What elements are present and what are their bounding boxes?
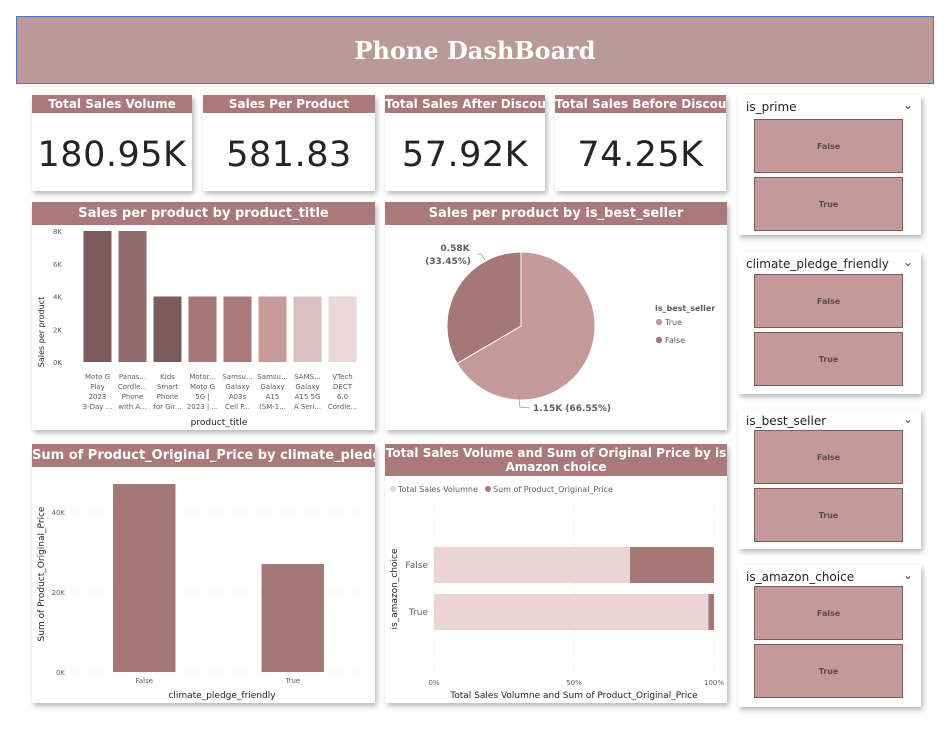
stacked-bar-segment[interactable]: [630, 547, 714, 583]
pie-label-false-value: 0.58K: [440, 244, 470, 254]
kpi-label: Total Sales Volume: [32, 95, 192, 113]
y-tick-label: True: [408, 608, 429, 618]
chevron-down-icon[interactable]: ⌄: [903, 412, 913, 426]
y-tick-label: False: [405, 561, 428, 571]
x-tick-label: Kids Smart Phone for Gir...: [153, 373, 181, 411]
visual-original-price-by-climate[interactable]: Sum of Product_Original_Price by climate…: [32, 444, 375, 703]
kpi-card-sales-per-product[interactable]: Sales Per Product 581.83: [203, 95, 375, 191]
kpi-card-total-sales-after-discount[interactable]: Total Sales After Discount 57.92K: [385, 95, 545, 191]
bar[interactable]: [83, 231, 112, 362]
kpi-label: Total Sales Before Discount: [555, 95, 726, 113]
pie-chart-best-seller: 0.58K 1.15K (66.55%) (33.45%) is_best_se…: [425, 244, 715, 414]
chevron-down-icon[interactable]: ⌄: [903, 255, 913, 269]
legend-label-price: Sum of Product_Original_Price: [493, 485, 613, 494]
y-tick-label: 0K: [53, 359, 62, 367]
legend-label-true: True: [664, 318, 682, 327]
bar[interactable]: [118, 231, 147, 362]
slicer-title: is_amazon_choice: [746, 570, 855, 584]
y-tick-label: 2K: [53, 326, 62, 334]
bar[interactable]: [113, 484, 176, 672]
legend-swatch-volume: [390, 486, 396, 492]
x-axis-label: product_title: [191, 418, 248, 428]
y-axis-label: Sales per product: [37, 297, 46, 367]
slicer-is-amazon-choice[interactable]: is_amazon_choice ⌄ False True: [738, 565, 921, 707]
y-tick-label: 8K: [53, 228, 62, 236]
slicer-climate-pledge-friendly[interactable]: climate_pledge_friendly ⌄ False True: [738, 252, 921, 394]
y-tick-label: 20K: [52, 589, 66, 597]
visual-volume-price-by-amazon-choice[interactable]: Total Sales Volume and Sum of Original P…: [385, 444, 727, 703]
slicer-title: is_prime: [746, 100, 797, 114]
bar[interactable]: [261, 564, 324, 672]
bar[interactable]: [293, 296, 322, 363]
bar[interactable]: [188, 296, 217, 363]
stacked-bar-segment[interactable]: [434, 594, 709, 630]
slicer-is-best-seller[interactable]: is_best_seller ⌄ False True: [738, 409, 921, 549]
bar[interactable]: [258, 296, 287, 363]
y-tick-label: 40K: [52, 509, 66, 517]
legend-title: is_best_seller: [655, 304, 715, 313]
dashboard-title: Phone DashBoard: [354, 35, 596, 65]
legend-swatch-true: [655, 318, 663, 326]
x-tick-label: Motor... Moto G 5G | 2023 | ...: [187, 373, 218, 411]
pie-label-false-percent: (33.45%): [425, 257, 471, 267]
stacked-bar-segment[interactable]: [708, 594, 714, 630]
kpi-value: 180.95K: [37, 135, 187, 175]
x-tick-label: SAMS... Galaxy A15 5G A Seri...: [294, 373, 321, 411]
visual-sales-by-best-seller[interactable]: Sales per product by is_best_seller 0.58…: [385, 202, 727, 430]
slicer-option-false[interactable]: False: [754, 586, 903, 640]
bar[interactable]: [328, 296, 357, 363]
x-tick-label: Samsu... Galaxy A15 (SM-1...: [257, 373, 287, 411]
dashboard-banner: Phone DashBoard: [16, 16, 934, 84]
slicer-title: climate_pledge_friendly: [746, 257, 889, 271]
bar-chart-product-title: 0K 2K 4K 6K 8K Moto G Play 2023 3-Day ...Panas.…: [37, 228, 357, 428]
y-tick-label: 4K: [53, 294, 62, 302]
chevron-down-icon[interactable]: ⌄: [903, 98, 913, 112]
slicer-option-true[interactable]: True: [754, 332, 903, 386]
kpi-label: Sales Per Product: [203, 95, 375, 113]
stacked-bar-segment[interactable]: [434, 547, 630, 583]
chevron-down-icon[interactable]: ⌄: [903, 568, 913, 582]
kpi-value: 74.25K: [577, 135, 704, 175]
x-tick-label: True: [284, 677, 300, 685]
x-tick-label: Samsu... Galaxy A03s Cell P...: [222, 373, 252, 411]
legend-swatch-price: [485, 486, 491, 492]
bar-chart-climate: 0K 20K 40K False True Sum of Product_Origin…: [37, 484, 367, 701]
x-tick-label: False: [135, 677, 153, 685]
slicer-option-true[interactable]: True: [754, 177, 903, 231]
y-axis-label: Sum of Product_Original_Price: [37, 506, 47, 641]
kpi-label: Total Sales After Discount: [385, 95, 545, 113]
x-axis-label: climate_pledge_friendly: [168, 691, 276, 701]
x-tick-label: 0%: [428, 679, 439, 687]
legend-label-false: False: [665, 336, 685, 345]
bar[interactable]: [153, 296, 182, 363]
kpi-card-total-sales-volume[interactable]: Total Sales Volume 180.95K: [32, 95, 192, 191]
visual-sales-by-product-title[interactable]: Sales per product by product_title 0K 2K 4…: [32, 202, 375, 430]
slicer-title: is_best_seller: [746, 414, 827, 428]
x-tick-label: 50%: [566, 679, 582, 687]
pie-label-true: 1.15K (66.55%): [533, 404, 611, 414]
kpi-card-total-sales-before-discount[interactable]: Total Sales Before Discount 74.25K: [555, 95, 726, 191]
slicer-option-false[interactable]: False: [754, 119, 903, 173]
label-leader-false: [477, 253, 486, 261]
slicer-option-false[interactable]: False: [754, 274, 903, 328]
bar[interactable]: [223, 296, 252, 363]
y-tick-label: 0K: [56, 669, 65, 677]
slicer-option-false[interactable]: False: [754, 430, 903, 484]
kpi-value: 57.92K: [401, 135, 529, 175]
x-tick-label: Panas... Cordle... Phone with A...: [118, 373, 147, 411]
y-axis-label: is_amazon_choice: [390, 548, 400, 630]
legend-swatch-false: [655, 336, 663, 344]
slicer-option-true[interactable]: True: [754, 488, 903, 542]
legend-label-volume: Total Sales Volumne: [397, 485, 478, 494]
x-tick-label: Moto G Play 2023 3-Day ...: [83, 373, 113, 411]
kpi-value: 581.83: [226, 135, 352, 175]
slicer-is-prime[interactable]: is_prime ⌄ False True: [738, 95, 921, 235]
x-axis-label: Total Sales Volumne and Sum of Product_O…: [449, 691, 698, 701]
y-tick-label: 6K: [53, 261, 62, 269]
x-tick-label: VTech DECT 6.0 Cordle...: [328, 373, 357, 411]
x-tick-label: 100%: [704, 679, 724, 687]
slicer-option-true[interactable]: True: [754, 644, 903, 698]
stacked-bar-chart-amazon-choice: Total Sales Volumne Sum of Product_Origi…: [390, 485, 724, 701]
